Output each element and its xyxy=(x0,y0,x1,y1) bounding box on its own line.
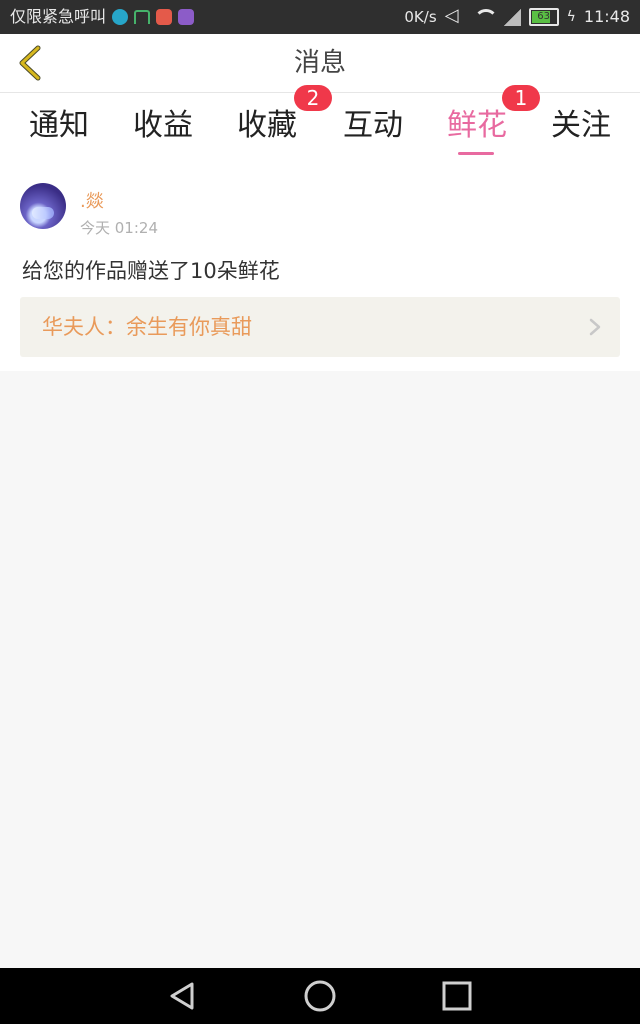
battery-level: 63 xyxy=(537,11,550,22)
work-link-card[interactable]: 华夫人：余生有你真甜 xyxy=(20,297,620,357)
page-title: 消息 xyxy=(293,48,346,78)
tab-interaction[interactable]: 互动 xyxy=(320,93,426,159)
status-bar: 仅限紧急呼叫 0K/s 63 ϟ 11:48 xyxy=(0,0,640,34)
active-tab-indicator xyxy=(458,152,494,155)
moon-icon xyxy=(112,9,129,25)
chevron-left-icon xyxy=(19,45,41,81)
username[interactable]: .燚 xyxy=(80,187,104,213)
network-speed: 0K/s xyxy=(404,8,437,26)
tab-label: 收益 xyxy=(133,108,193,143)
battery-icon: 63 xyxy=(528,8,559,26)
tab-flowers[interactable]: 鲜花 1 xyxy=(424,85,540,159)
nav-recents-button[interactable] xyxy=(436,978,476,1014)
notification-message: 给您的作品赠送了10朵鲜花 xyxy=(22,259,280,283)
back-triangle-icon xyxy=(170,982,194,1010)
nav-back-button[interactable] xyxy=(162,978,202,1014)
tab-favorites[interactable]: 收藏 2 xyxy=(214,85,332,159)
signal-icon xyxy=(500,8,521,26)
tab-label: 关注 xyxy=(551,108,611,143)
back-button[interactable] xyxy=(10,42,50,84)
tab-notice[interactable]: 通知 xyxy=(6,93,112,159)
app-purple-icon xyxy=(178,9,195,25)
tab-label: 鲜花 xyxy=(447,108,507,143)
tab-bar: 通知 收益 收藏 2 互动 鲜花 1 关注 xyxy=(0,85,640,159)
app-red-icon xyxy=(156,9,173,25)
tab-income[interactable]: 收益 xyxy=(110,93,216,159)
avatar[interactable] xyxy=(20,183,66,229)
work-title: 华夫人：余生有你真甜 xyxy=(42,315,252,339)
chevron-right-icon xyxy=(589,318,601,336)
charging-icon: ϟ xyxy=(566,9,576,25)
wifi-icon xyxy=(473,8,498,26)
status-right: 0K/s 63 ϟ 11:48 xyxy=(404,0,630,34)
tab-follow[interactable]: 关注 xyxy=(528,93,634,159)
timestamp: 今天 01:24 xyxy=(80,219,158,237)
nav-home-button[interactable] xyxy=(300,978,340,1014)
recents-square-icon xyxy=(442,981,472,1011)
clock: 11:48 xyxy=(583,7,630,26)
tab-label: 收藏 xyxy=(237,108,297,143)
android-icon xyxy=(134,10,151,24)
system-nav-bar xyxy=(0,968,640,1024)
mute-icon xyxy=(445,0,465,33)
notification-item: .燚 今天 01:24 给您的作品赠送了10朵鲜花 华夫人：余生有你真甜 xyxy=(0,159,640,371)
tab-label: 互动 xyxy=(343,108,403,143)
tab-label: 通知 xyxy=(29,108,89,143)
status-left: 仅限紧急呼叫 xyxy=(10,0,195,34)
home-circle-icon xyxy=(304,980,336,1012)
carrier-text: 仅限紧急呼叫 xyxy=(10,7,107,26)
